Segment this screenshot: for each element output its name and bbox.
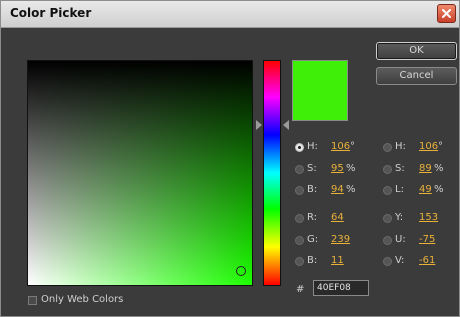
hsl-hue-value[interactable]: 106: [419, 141, 438, 152]
hue-slider-arrow-left-icon[interactable]: [256, 120, 262, 130]
rgb-green-label: G:: [307, 234, 319, 245]
hex-prefix-label: #: [296, 284, 305, 295]
yuv-y-label: Y:: [395, 212, 404, 223]
rgb-red-label: R:: [307, 212, 318, 223]
rgb-blue-radio[interactable]: [295, 257, 304, 266]
hsl-hue-unit: °: [438, 141, 443, 152]
saturation-value-field[interactable]: [27, 60, 253, 286]
rgb-red-radio[interactable]: [295, 214, 304, 223]
yuv-v-radio[interactable]: [383, 257, 392, 266]
hsb-saturation-radio[interactable]: [295, 165, 304, 174]
window-title: Color Picker: [10, 6, 92, 20]
hex-input[interactable]: [313, 280, 369, 296]
hsl-saturation-unit: %: [434, 163, 444, 174]
hsb-hue-value[interactable]: 106: [331, 141, 350, 152]
close-button[interactable]: [437, 4, 456, 23]
hsb-saturation-unit: %: [346, 163, 356, 174]
rgb-green-value[interactable]: 239: [331, 234, 350, 245]
yuv-v-value[interactable]: -61: [419, 255, 435, 266]
close-icon: [442, 9, 451, 18]
yuv-v-label: V:: [395, 255, 405, 266]
cancel-button[interactable]: Cancel: [376, 67, 457, 85]
field-cursor[interactable]: [236, 266, 246, 276]
title-bar: Color Picker: [1, 1, 459, 28]
hsb-hue-unit: °: [350, 141, 355, 152]
hsb-hue-label: H:: [307, 141, 318, 152]
yuv-u-radio[interactable]: [383, 236, 392, 245]
only-web-colors-checkbox[interactable]: [28, 296, 37, 305]
hsl-lightness-label: L:: [395, 184, 404, 195]
rgb-green-radio[interactable]: [295, 236, 304, 245]
hsb-brightness-label: B:: [307, 184, 318, 195]
hue-slider-arrow-right-icon[interactable]: [283, 120, 289, 130]
hsl-lightness-radio[interactable]: [383, 186, 392, 195]
only-web-colors-label: Only Web Colors: [41, 294, 124, 305]
yuv-y-radio[interactable]: [383, 214, 392, 223]
hsb-saturation-label: S:: [307, 163, 317, 174]
hsl-lightness-unit: %: [434, 184, 444, 195]
hsl-saturation-radio[interactable]: [383, 165, 392, 174]
hsb-saturation-value[interactable]: 95: [331, 163, 344, 174]
hsb-brightness-value[interactable]: 94: [331, 184, 344, 195]
hsl-saturation-value[interactable]: 89: [419, 163, 432, 174]
hsb-brightness-unit: %: [346, 184, 356, 195]
yuv-u-value[interactable]: -75: [419, 234, 435, 245]
hsl-hue-radio[interactable]: [383, 143, 392, 152]
hsb-hue-radio[interactable]: [295, 143, 304, 152]
yuv-y-value[interactable]: 153: [419, 212, 438, 223]
hsl-lightness-value[interactable]: 49: [419, 184, 432, 195]
rgb-red-value[interactable]: 64: [331, 212, 344, 223]
hsb-brightness-radio[interactable]: [295, 186, 304, 195]
hsl-hue-label: H:: [395, 141, 406, 152]
yuv-u-label: U:: [395, 234, 406, 245]
rgb-blue-label: B:: [307, 255, 318, 266]
rgb-blue-value[interactable]: 11: [331, 255, 344, 266]
hue-slider[interactable]: [263, 60, 281, 286]
color-picker-window: Color Picker OK Cancel H: 106 ° S: 95 % …: [0, 0, 460, 317]
hsl-saturation-label: S:: [395, 163, 405, 174]
ok-button[interactable]: OK: [376, 42, 457, 60]
color-swatch: [292, 60, 348, 121]
